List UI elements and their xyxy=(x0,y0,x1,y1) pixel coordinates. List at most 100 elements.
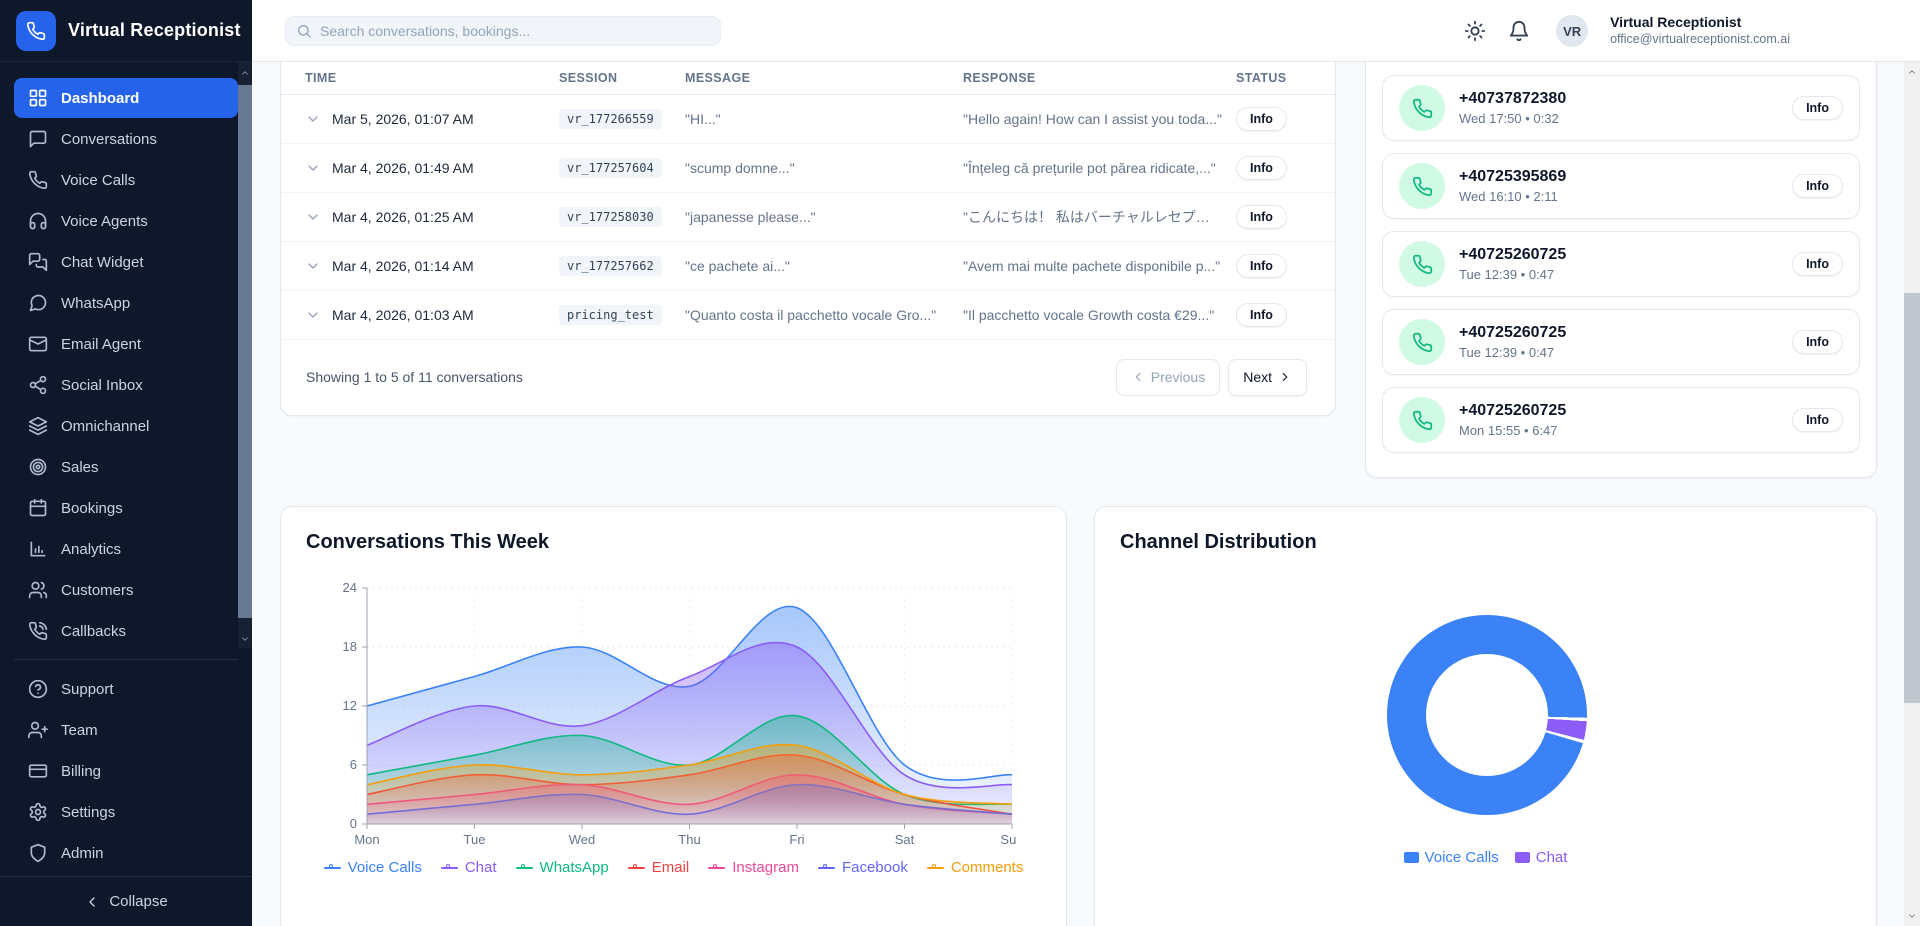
legend-swatch-icon xyxy=(1515,852,1530,863)
avatar[interactable]: VR xyxy=(1556,15,1588,47)
legend-item-voice-calls[interactable]: Voice Calls xyxy=(324,859,422,876)
info-button[interactable]: Info xyxy=(1792,408,1843,432)
channel-distribution-card: Channel Distribution Voice CallsChat xyxy=(1094,506,1877,926)
chevron-down-icon[interactable] xyxy=(305,160,321,176)
phone-icon xyxy=(28,170,48,190)
call-avatar xyxy=(1399,85,1445,131)
row-message: "ce pachete ai..." xyxy=(685,258,963,274)
sidebar-item-label: Billing xyxy=(61,763,101,780)
sidebar-item-voice-agents[interactable]: Voice Agents xyxy=(14,201,238,241)
app-logo-row: Virtual Receptionist xyxy=(0,0,252,62)
sidebar-item-label: Voice Calls xyxy=(61,172,135,189)
chevron-up-icon[interactable] xyxy=(240,68,250,78)
legend-label: Voice Calls xyxy=(1425,849,1499,866)
phone-icon xyxy=(1412,332,1433,353)
sidebar-item-chat-widget[interactable]: Chat Widget xyxy=(14,242,238,282)
sidebar-item-dashboard[interactable]: Dashboard xyxy=(14,78,238,118)
info-button[interactable]: Info xyxy=(1236,303,1287,327)
legend-item-chat[interactable]: Chat xyxy=(1515,849,1568,866)
session-badge: vr_177257662 xyxy=(559,256,662,276)
legend-item-email[interactable]: Email xyxy=(628,859,690,876)
col-response: RESPONSE xyxy=(963,71,1236,85)
legend-label: Comments xyxy=(951,859,1024,876)
legend-item-voice-calls[interactable]: Voice Calls xyxy=(1404,849,1499,866)
conversations-table-card: TIME SESSION MESSAGE RESPONSE STATUS Mar… xyxy=(280,62,1336,416)
col-message: MESSAGE xyxy=(685,71,963,85)
table-row[interactable]: Mar 4, 2026, 01:49 AMvr_177257604"scump … xyxy=(281,144,1335,193)
notifications-icon[interactable] xyxy=(1508,20,1530,42)
chevron-down-icon[interactable] xyxy=(240,634,250,644)
row-message: "japanesse please..." xyxy=(685,209,963,225)
chevron-down-icon[interactable] xyxy=(305,307,321,323)
sidebar-item-billing[interactable]: Billing xyxy=(14,751,238,791)
sidebar-item-settings[interactable]: Settings xyxy=(14,792,238,832)
help-circle-icon xyxy=(28,679,48,699)
sidebar-item-callbacks[interactable]: Callbacks xyxy=(14,611,238,651)
sidebar-item-support[interactable]: Support xyxy=(14,669,238,709)
sidebar-item-bookings[interactable]: Bookings xyxy=(14,488,238,528)
phone-call-icon xyxy=(28,621,48,641)
sidebar-item-omnichannel[interactable]: Omnichannel xyxy=(14,406,238,446)
info-button[interactable]: Info xyxy=(1792,252,1843,276)
page-scrollbar[interactable] xyxy=(1904,62,1920,926)
next-button[interactable]: Next xyxy=(1228,359,1307,396)
sidebar-collapse-button[interactable]: Collapse xyxy=(0,876,252,926)
theme-toggle-icon[interactable] xyxy=(1464,20,1486,42)
legend-item-comments[interactable]: Comments xyxy=(927,859,1024,876)
app-title: Virtual Receptionist xyxy=(68,20,241,41)
sidebar-item-sales[interactable]: Sales xyxy=(14,447,238,487)
sidebar-item-whatsapp[interactable]: WhatsApp xyxy=(14,283,238,323)
chevron-down-icon[interactable] xyxy=(305,258,321,274)
chevron-down-icon[interactable] xyxy=(305,209,321,225)
messages-square-icon xyxy=(28,252,48,272)
info-button[interactable]: Info xyxy=(1236,205,1287,229)
info-button[interactable]: Info xyxy=(1792,174,1843,198)
sidebar-item-email-agent[interactable]: Email Agent xyxy=(14,324,238,364)
sidebar-scrollbar-thumb[interactable] xyxy=(238,85,252,618)
shield-icon xyxy=(28,843,48,863)
legend-item-facebook[interactable]: Facebook xyxy=(818,859,908,876)
sidebar-item-team[interactable]: Team xyxy=(14,710,238,750)
call-meta: Wed 16:10 • 2:11 xyxy=(1459,189,1566,204)
info-button[interactable]: Info xyxy=(1236,156,1287,180)
session-badge: vr_177258030 xyxy=(559,207,662,227)
global-search[interactable] xyxy=(285,16,721,46)
sidebar-item-analytics[interactable]: Analytics xyxy=(14,529,238,569)
legend-item-instagram[interactable]: Instagram xyxy=(708,859,799,876)
next-label: Next xyxy=(1243,369,1272,385)
sidebar-item-customers[interactable]: Customers xyxy=(14,570,238,610)
chevron-up-icon[interactable] xyxy=(1907,67,1917,77)
sidebar-item-label: Support xyxy=(61,681,114,698)
sidebar-item-label: Social Inbox xyxy=(61,377,143,394)
info-button[interactable]: Info xyxy=(1236,254,1287,278)
sidebar-item-social-inbox[interactable]: Social Inbox xyxy=(14,365,238,405)
legend-item-chat[interactable]: Chat xyxy=(441,859,497,876)
legend-item-whatsapp[interactable]: WhatsApp xyxy=(516,859,609,876)
mail-icon xyxy=(28,334,48,354)
info-button[interactable]: Info xyxy=(1792,330,1843,354)
sidebar-item-label: Sales xyxy=(61,459,99,476)
row-message: "HI..." xyxy=(685,111,963,127)
row-message: "Quanto costa il pacchetto vocale Gro...… xyxy=(685,307,963,323)
sidebar-item-label: Conversations xyxy=(61,131,157,148)
table-row[interactable]: Mar 4, 2026, 01:25 AMvr_177258030"japane… xyxy=(281,193,1335,242)
info-button[interactable]: Info xyxy=(1792,96,1843,120)
sidebar-item-admin[interactable]: Admin xyxy=(14,833,238,873)
chevron-down-icon[interactable] xyxy=(1907,911,1917,921)
call-card: +40725260725Tue 12:39 • 0:47Info xyxy=(1382,231,1860,297)
table-row[interactable]: Mar 5, 2026, 01:07 AMvr_177266559"HI..."… xyxy=(281,95,1335,144)
sidebar-nav: Dashboard Conversations Voice Calls Voice A… xyxy=(0,62,252,652)
col-time: TIME xyxy=(305,71,559,85)
sidebar-scrollbar[interactable] xyxy=(238,62,252,648)
page-scrollbar-thumb[interactable] xyxy=(1904,293,1920,703)
previous-button[interactable]: Previous xyxy=(1116,359,1220,396)
search-input[interactable] xyxy=(320,23,710,39)
chevron-down-icon[interactable] xyxy=(305,111,321,127)
call-number: +40737872380 xyxy=(1459,90,1566,108)
app-logo xyxy=(16,11,56,51)
table-row[interactable]: Mar 4, 2026, 01:14 AMvr_177257662"ce pac… xyxy=(281,242,1335,291)
table-row[interactable]: Mar 4, 2026, 01:03 AMpricing_test"Quanto… xyxy=(281,291,1335,340)
sidebar-item-voice-calls[interactable]: Voice Calls xyxy=(14,160,238,200)
info-button[interactable]: Info xyxy=(1236,107,1287,131)
sidebar-item-conversations[interactable]: Conversations xyxy=(14,119,238,159)
